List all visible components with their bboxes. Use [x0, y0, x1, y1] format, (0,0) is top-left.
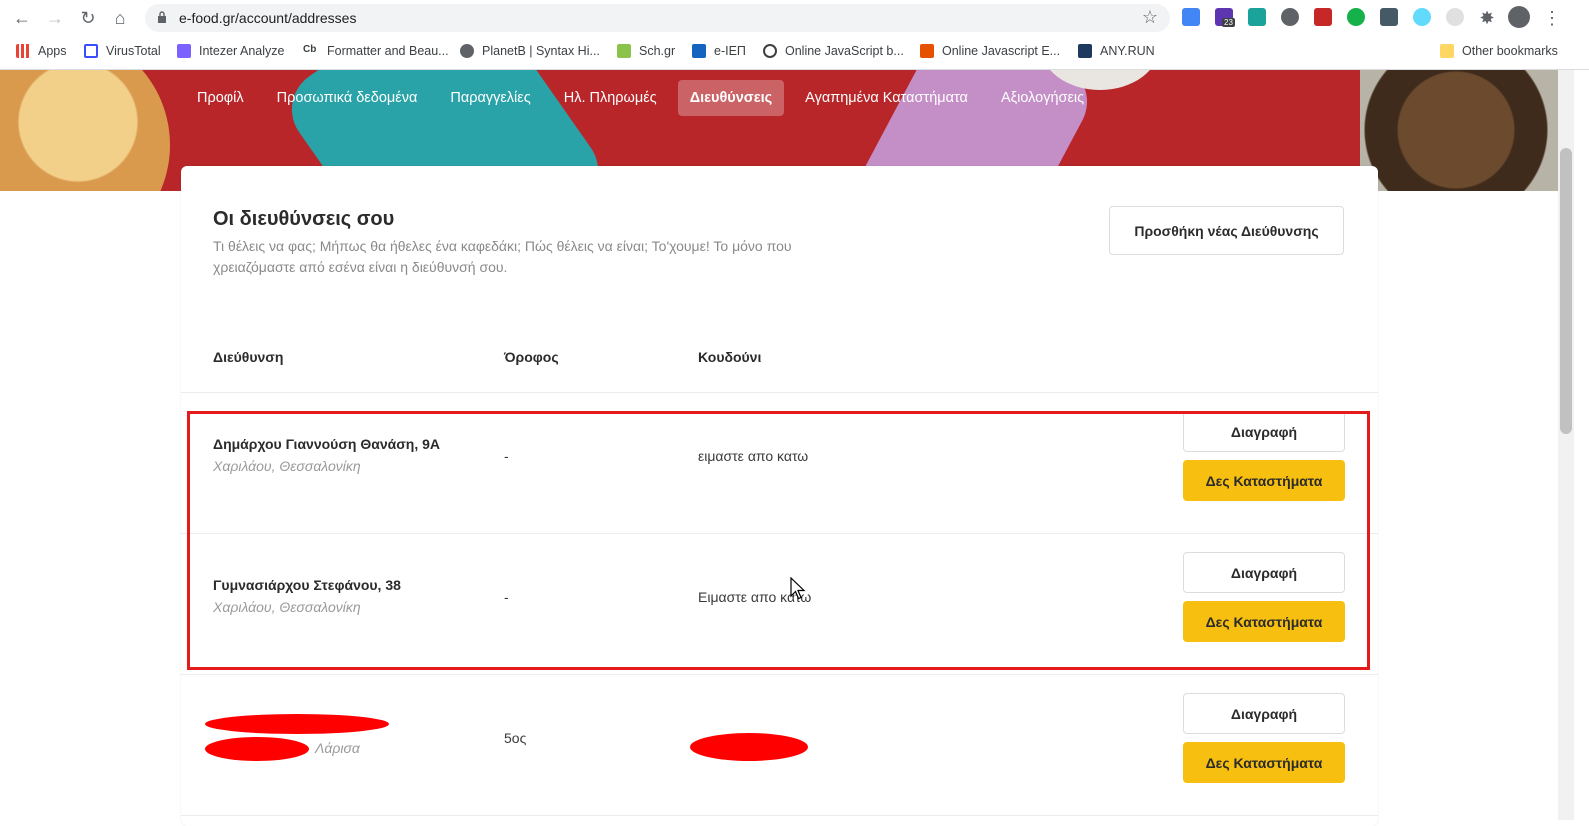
- virustotal-icon: [84, 44, 98, 58]
- table-row: Δημάρχου Γιαννούση Θανάση, 9Α Χαριλάου, …: [181, 393, 1378, 534]
- other-bookmarks-label: Other bookmarks: [1462, 44, 1558, 58]
- bookmark-label: Intezer Analyze: [199, 44, 285, 58]
- eyedropper-extension-icon[interactable]: [1380, 8, 1398, 26]
- address-floor: -: [504, 448, 509, 464]
- bookmark-label: ANY.RUN: [1100, 44, 1155, 58]
- delete-button[interactable]: Διαγραφή: [1183, 411, 1345, 452]
- bookmark-online-js-e[interactable]: Online Javascript E...: [920, 42, 1060, 60]
- account-nav-tabs: Προφίλ Προσωπικά δεδομένα Παραγγελίες Ηλ…: [185, 80, 1105, 116]
- omnibox[interactable]: e-food.gr/account/addresses ☆: [145, 4, 1170, 32]
- extension-badge: 23: [1222, 18, 1235, 27]
- browser-chrome: ← → ↻ ⌂ e-food.gr/account/addresses ☆ 23…: [0, 0, 1589, 70]
- anyrun-icon: [1078, 44, 1092, 58]
- address-street: Γυμνασιάρχου Στεφάνου, 38: [213, 577, 401, 593]
- translate-extension-icon[interactable]: [1182, 8, 1200, 26]
- header-floor: Όροφος: [504, 349, 559, 365]
- bookmark-label: PlanetB | Syntax Hi...: [482, 44, 600, 58]
- bookmark-star-icon[interactable]: ☆: [1142, 7, 1158, 28]
- bookmark-apps[interactable]: Apps: [16, 42, 67, 60]
- tab-addresses[interactable]: Διευθύνσεις: [677, 80, 785, 116]
- bookmarks-bar: Apps VirusTotal Intezer Analyze Cb Format…: [0, 38, 1589, 64]
- address-floor: 5ος: [504, 730, 527, 746]
- menu-kebab-icon[interactable]: ⋮: [1540, 6, 1564, 30]
- tab-orders[interactable]: Παραγγελίες: [438, 80, 542, 116]
- bookmark-label: Sch.gr: [639, 44, 676, 58]
- bookmark-schgr[interactable]: Sch.gr: [617, 42, 675, 60]
- back-arrow-icon[interactable]: ←: [10, 6, 34, 30]
- address-bell: ειμαστε απο κατω: [698, 448, 809, 464]
- bookmark-label: Apps: [38, 44, 67, 58]
- cb-icon: Cb: [303, 44, 319, 58]
- delete-button[interactable]: Διαγραφή: [1183, 552, 1345, 593]
- sch-icon: [617, 44, 631, 58]
- grammarly-icon[interactable]: [1347, 8, 1365, 26]
- bookmark-label: Formatter and Beau...: [327, 44, 449, 58]
- tab-reviews[interactable]: Αξιολογήσεις: [989, 80, 1096, 116]
- js-icon: [920, 44, 934, 58]
- view-stores-button[interactable]: Δες Καταστήματα: [1183, 601, 1345, 642]
- lock-icon: [158, 11, 166, 23]
- red-extension-icon[interactable]: [1314, 8, 1332, 26]
- tab-profile[interactable]: Προφίλ: [185, 80, 256, 116]
- tab-personal-data[interactable]: Προσωπικά δεδομένα: [265, 80, 430, 116]
- redaction-mark: [205, 714, 389, 734]
- react-devtools-icon[interactable]: [1413, 8, 1431, 26]
- scrollbar-thumb[interactable]: [1560, 148, 1572, 434]
- header-address: Διεύθυνση: [213, 349, 284, 365]
- address-area: Χαριλάου, Θεσσαλονίκη: [213, 458, 361, 474]
- address-street: Δημάρχου Γιαννούση Θανάση, 9Α: [213, 436, 441, 452]
- bookmark-anyrun[interactable]: ANY.RUN: [1078, 42, 1155, 60]
- profile-avatar-icon[interactable]: [1508, 6, 1530, 28]
- mouse-cursor-icon: [790, 577, 806, 600]
- view-stores-button[interactable]: Δες Καταστήματα: [1183, 742, 1345, 783]
- redaction-mark: [690, 733, 808, 761]
- address-floor: -: [504, 589, 509, 605]
- intezer-icon: [177, 44, 191, 58]
- shield-extension-icon[interactable]: [1281, 8, 1299, 26]
- bookmark-label: Online Javascript E...: [942, 44, 1061, 58]
- forward-arrow-icon[interactable]: →: [43, 6, 67, 30]
- page-scrollbar[interactable]: [1558, 70, 1574, 820]
- view-stores-button[interactable]: Δες Καταστήματα: [1183, 460, 1345, 501]
- tab-favorite-stores[interactable]: Αγαπημένα Καταστήματα: [793, 80, 980, 116]
- pizza-image: [0, 70, 170, 191]
- bookmark-virustotal[interactable]: VirusTotal: [84, 42, 161, 60]
- iep-icon: [692, 44, 706, 58]
- ghost-extension-icon[interactable]: [1446, 8, 1464, 26]
- bookmark-formatter[interactable]: Cb Formatter and Beau...: [303, 42, 449, 60]
- reload-icon[interactable]: ↻: [76, 6, 100, 30]
- address-bar-row: ← → ↻ ⌂ e-food.gr/account/addresses ☆ 23…: [0, 0, 1589, 36]
- cat-icon: [763, 44, 777, 58]
- bookmark-online-js-b[interactable]: Online JavaScript b...: [763, 42, 904, 60]
- bookmark-planetb[interactable]: PlanetB | Syntax Hi...: [460, 42, 600, 60]
- page-subtitle: Τι θέλεις να φας; Μήπως θα ήθελες ένα κα…: [213, 238, 792, 275]
- table-row: Γυμνασιάρχου Στεφάνου, 38 Χαριλάου, Θεσσ…: [181, 534, 1378, 675]
- other-bookmarks[interactable]: Other bookmarks: [1440, 42, 1558, 60]
- bookmark-intezer[interactable]: Intezer Analyze: [177, 42, 284, 60]
- apps-grid-icon: [16, 44, 30, 58]
- bookmark-label: Online JavaScript b...: [785, 44, 904, 58]
- url-text: e-food.gr/account/addresses: [179, 10, 357, 26]
- bookmark-label: VirusTotal: [106, 44, 161, 58]
- redaction-mark: [205, 737, 309, 761]
- extensions-puzzle-icon[interactable]: ✸: [1475, 6, 1499, 30]
- bookmark-label: e-ΙΕΠ: [714, 44, 746, 58]
- skewers-image: [1360, 70, 1558, 191]
- header-bell: Κουδούνι: [698, 349, 762, 365]
- address-area: Χαριλάου, Θεσσαλονίκη: [213, 599, 361, 615]
- address-area: Λάρισα: [315, 740, 360, 756]
- page-title: Οι διευθύνσεις σου: [213, 208, 395, 230]
- folder-icon: [1440, 44, 1454, 58]
- n-extension-icon[interactable]: [1248, 8, 1266, 26]
- bookmark-eiep[interactable]: e-ΙΕΠ: [692, 42, 746, 60]
- home-icon[interactable]: ⌂: [108, 6, 132, 30]
- delete-button[interactable]: Διαγραφή: [1183, 693, 1345, 734]
- globe-icon: [460, 44, 474, 58]
- tab-payments[interactable]: Ηλ. Πληρωμές: [552, 80, 669, 116]
- add-address-button[interactable]: Προσθήκη νέας Διεύθυνσης: [1109, 206, 1344, 255]
